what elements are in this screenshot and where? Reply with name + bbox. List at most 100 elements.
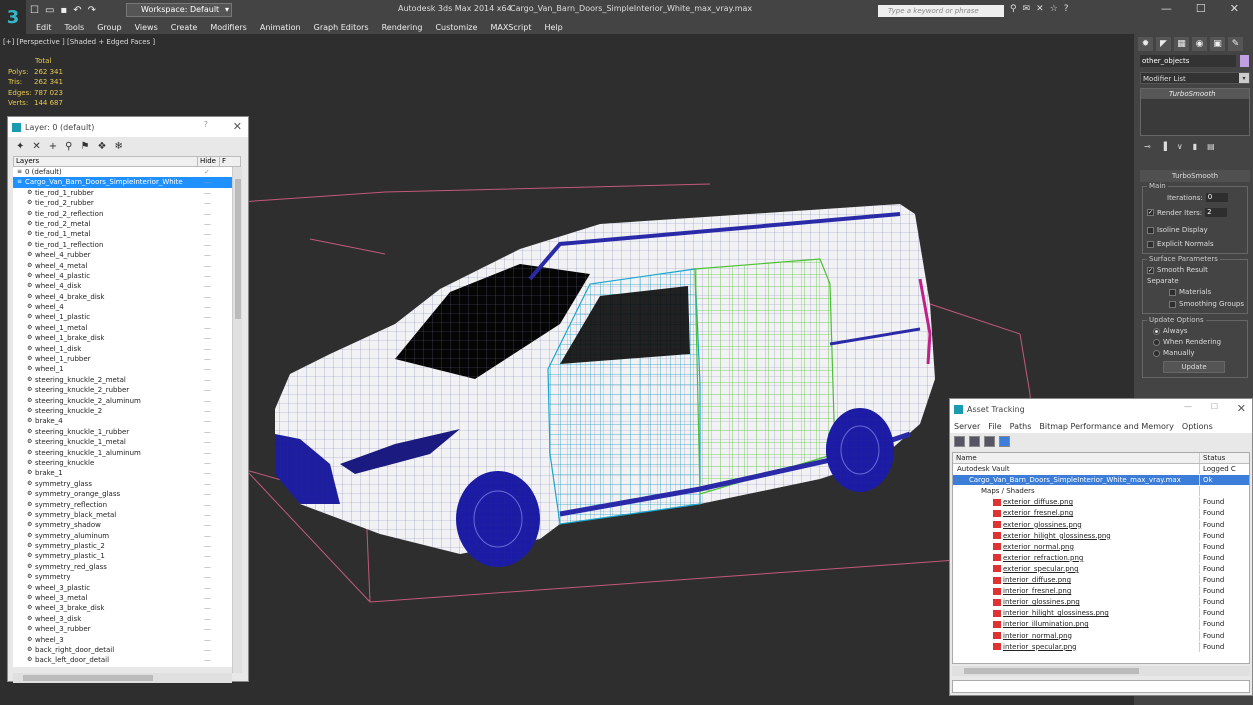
create-tab-icon[interactable]: ✹ xyxy=(1138,37,1153,51)
layer-row[interactable]: ⚙ back_right_door_detail — xyxy=(13,645,232,655)
display-tab-icon[interactable]: ▣ xyxy=(1210,37,1225,51)
menu-item[interactable]: Customize xyxy=(435,23,477,32)
hide-toggle[interactable]: — xyxy=(204,489,212,499)
asset-row[interactable]: Maps / Shaders xyxy=(953,486,1249,498)
create-layer-icon[interactable]: ✦ xyxy=(16,141,24,152)
menu-item[interactable]: Views xyxy=(135,23,158,32)
freeze-all-icon[interactable]: ❄ xyxy=(114,141,122,152)
layer-row[interactable]: ⚙ wheel_1_metal — xyxy=(13,323,232,333)
new-file-icon[interactable]: ☐ xyxy=(30,5,39,16)
list-view-icon[interactable] xyxy=(969,435,980,447)
layer-row[interactable]: ⚙ symmetry_orange_glass — xyxy=(13,489,232,499)
layer-row[interactable]: ⚙ symmetry_glass — xyxy=(13,479,232,489)
undo-icon[interactable]: ↶ xyxy=(73,5,81,16)
asset-menu-item[interactable]: Options xyxy=(1182,422,1213,431)
iterations-spinner[interactable]: 0 xyxy=(1205,193,1228,202)
turbosmooth-rollout-header[interactable]: TurboSmooth xyxy=(1140,170,1250,182)
hide-toggle[interactable]: — xyxy=(204,614,212,624)
hide-toggle[interactable]: — xyxy=(204,312,212,322)
smoothing-groups-checkbox[interactable] xyxy=(1169,300,1176,308)
remove-modifier-icon[interactable]: ▮ xyxy=(1193,142,1197,151)
object-color-swatch[interactable] xyxy=(1240,55,1249,67)
show-end-result-icon[interactable]: ▐ xyxy=(1161,142,1167,151)
asset-row[interactable]: interior_specular.png Found xyxy=(953,641,1249,653)
asset-menu-item[interactable]: Server xyxy=(954,422,980,431)
hide-toggle[interactable]: — xyxy=(204,500,212,510)
layer-row[interactable]: ⚙ steering_knuckle_1_metal — xyxy=(13,437,232,447)
make-unique-icon[interactable]: ∨ xyxy=(1177,142,1183,151)
update-button[interactable]: Update xyxy=(1163,361,1225,373)
layer-row[interactable]: ⚙ brake_1 — xyxy=(13,468,232,478)
layer-row[interactable]: ⚙ wheel_1_rubber — xyxy=(13,354,232,364)
hide-toggle[interactable]: — xyxy=(204,281,212,291)
layer-row[interactable]: ≡ Cargo_Van_Barn_Doors_SimpleInterior_Wh… xyxy=(13,177,232,188)
asset-row[interactable]: Cargo_Van_Barn_Doors_SimpleInterior_Whit… xyxy=(953,475,1249,487)
delete-layer-icon[interactable]: ✕ xyxy=(32,141,40,152)
menu-item[interactable]: Edit xyxy=(36,23,52,32)
hide-toggle[interactable]: — xyxy=(204,531,212,541)
scroll-thumb[interactable] xyxy=(235,179,241,319)
menu-item[interactable]: Tools xyxy=(65,23,85,32)
layer-row[interactable]: ⚙ tie_rod_1_reflection — xyxy=(13,240,232,250)
hide-toggle[interactable]: — xyxy=(204,302,212,312)
asset-row[interactable]: exterior_normal.png Found xyxy=(953,541,1249,553)
layer-row[interactable]: ⚙ tie_rod_2_rubber — xyxy=(13,198,232,208)
explicit-normals-checkbox[interactable] xyxy=(1147,240,1154,248)
modify-tab-icon[interactable]: ◤ xyxy=(1156,37,1171,51)
help-icon[interactable]: ? xyxy=(1064,4,1069,14)
menu-item[interactable]: Animation xyxy=(260,23,301,32)
table-view-icon[interactable] xyxy=(984,435,995,447)
menu-item[interactable]: Modifiers xyxy=(210,23,247,32)
open-file-icon[interactable]: ▭ xyxy=(45,5,54,16)
layer-row[interactable]: ⚙ tie_rod_2_reflection — xyxy=(13,209,232,219)
asset-row[interactable]: exterior_specular.png Found xyxy=(953,563,1249,576)
hide-toggle[interactable]: — xyxy=(204,188,212,198)
layer-row[interactable]: ⚙ wheel_4_metal — xyxy=(13,261,232,271)
asset-menu-item[interactable]: Bitmap Performance and Memory xyxy=(1039,422,1174,431)
render-iters-spinner[interactable]: 2 xyxy=(1205,208,1228,217)
app-logo[interactable]: 3 xyxy=(0,0,26,34)
asset-row[interactable]: Autodesk Vault Logged C xyxy=(953,464,1249,476)
hide-toggle[interactable]: — xyxy=(204,624,212,634)
hide-toggle[interactable]: — xyxy=(204,219,212,229)
layer-row[interactable]: ⚙ wheel_3_plastic — xyxy=(13,583,232,593)
asset-row[interactable]: exterior_refraction.png Found xyxy=(953,552,1249,564)
menu-item[interactable]: Create xyxy=(171,23,198,32)
hide-toggle[interactable]: — xyxy=(204,406,212,416)
layer-row[interactable]: ⚙ wheel_4_plastic — xyxy=(13,271,232,281)
layer-row[interactable]: ⚙ wheel_3_brake_disk — xyxy=(13,603,232,613)
hide-toggle[interactable]: — xyxy=(204,427,212,437)
hide-toggle[interactable]: — xyxy=(204,541,212,551)
hide-toggle[interactable]: — xyxy=(204,603,212,613)
layer-row[interactable]: ⚙ symmetry_aluminum — xyxy=(13,531,232,541)
layer-row[interactable]: ⚙ wheel_1_disk — xyxy=(13,344,232,354)
col-layers[interactable]: Layers xyxy=(14,157,198,166)
asset-path-field[interactable] xyxy=(952,680,1250,693)
hide-toggle[interactable]: — xyxy=(204,458,212,468)
hide-toggle[interactable]: — xyxy=(204,510,212,520)
hide-all-icon[interactable]: ❖ xyxy=(97,141,106,152)
hide-toggle[interactable]: — xyxy=(204,344,212,354)
menu-item[interactable]: Group xyxy=(97,23,121,32)
layer-row[interactable]: ⚙ steering_knuckle_2_rubber — xyxy=(13,385,232,395)
hide-toggle[interactable]: — xyxy=(204,229,212,239)
layer-row[interactable]: ⚙ wheel_3_rubber — xyxy=(13,624,232,634)
layer-row[interactable]: ⚙ wheel_4 — xyxy=(13,302,232,312)
layer-row[interactable]: ⚙ symmetry_red_glass — xyxy=(13,562,232,572)
add-to-layer-icon[interactable]: + xyxy=(49,141,57,152)
hide-toggle[interactable]: — xyxy=(204,562,212,572)
layer-row[interactable]: ⚙ back_left_door_detail — xyxy=(13,655,232,665)
layer-row[interactable]: ⚙ brake_4 — xyxy=(13,416,232,426)
save-icon[interactable]: ▪ xyxy=(60,5,67,16)
asset-horizontal-scrollbar[interactable] xyxy=(952,666,1250,676)
hide-toggle[interactable]: — xyxy=(204,448,212,458)
hide-toggle[interactable]: — xyxy=(204,468,212,478)
smooth-result-checkbox[interactable]: ✓ xyxy=(1147,266,1154,274)
asset-row[interactable]: exterior_fresnel.png Found xyxy=(953,508,1249,520)
hide-toggle[interactable]: — xyxy=(204,416,212,426)
when-rendering-radio[interactable] xyxy=(1153,338,1160,346)
hide-toggle[interactable]: — xyxy=(204,375,212,385)
hide-toggle[interactable]: — xyxy=(204,240,212,250)
refresh-icon[interactable] xyxy=(954,435,965,447)
hide-toggle[interactable]: — xyxy=(204,583,212,593)
